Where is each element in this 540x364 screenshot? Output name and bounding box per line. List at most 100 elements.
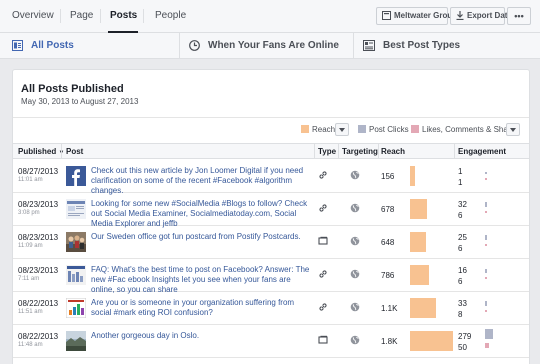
table-header: Published ▼ Post Type Targeting Reach En…: [13, 143, 529, 159]
chart-article-thumb[interactable]: [65, 297, 87, 319]
likes-bar: [485, 178, 487, 180]
table-row[interactable]: 08/22/2013 11:51 am Are you or is someone …: [13, 292, 529, 325]
post-text-link[interactable]: Looking for some new #SocialMedia #Blogs…: [91, 199, 311, 229]
post-clicks-bar: [485, 202, 487, 207]
subnav-separator: [353, 33, 354, 58]
facebook-logo-thumb[interactable]: [66, 166, 86, 186]
post-clicks-value: 32: [458, 200, 467, 209]
public-globe-icon: [350, 236, 360, 248]
published-time: 3:08 pm: [18, 210, 40, 216]
export-data-button[interactable]: Export Data: [450, 7, 512, 25]
post-clicks-bar: [485, 269, 487, 273]
card-title: All Posts Published: [21, 83, 124, 95]
post-clicks-value: 16: [458, 266, 467, 275]
header-engagement: Engagement: [458, 147, 507, 156]
published-date: 08/23/2013: [18, 266, 59, 275]
legend-post-clicks: Post Clicks: [358, 125, 409, 134]
published-date: 08/27/2013: [18, 167, 59, 176]
account-button[interactable]: Meltwater Group: [376, 7, 457, 25]
published-time: 11:09 am: [18, 243, 43, 249]
engagement-metric-dropdown[interactable]: [506, 123, 520, 136]
post-clicks-value: 25: [458, 233, 467, 242]
post-clicks-swatch: [358, 125, 366, 133]
reach-metric-dropdown[interactable]: [335, 123, 349, 136]
published-time: 11:51 am: [18, 309, 43, 315]
page-icon: [382, 11, 391, 20]
reach-value: 678: [381, 205, 395, 214]
clock-icon: [189, 40, 200, 51]
tab-overview[interactable]: Overview: [12, 10, 54, 21]
tab-people[interactable]: People: [155, 10, 186, 21]
reach-bar: [410, 331, 453, 351]
tab-posts[interactable]: Posts: [110, 10, 137, 21]
post-clicks-value: 279: [458, 332, 472, 341]
public-globe-icon: [350, 269, 360, 281]
post-text-link[interactable]: Are you or is someone in your organizati…: [91, 298, 311, 318]
photo-icon: [318, 335, 328, 347]
header-separator: [338, 144, 339, 158]
published-time: 11:01 am: [18, 177, 43, 183]
subnav-label: Best Post Types: [383, 40, 461, 51]
date-range: May 30, 2013 to August 27, 2013: [21, 97, 139, 106]
subnav-label: All Posts: [31, 40, 74, 51]
likes-comments-shares-value: 1: [458, 178, 463, 187]
subnav-best-post-types[interactable]: Best Post Types: [363, 33, 460, 58]
header-separator: [61, 144, 62, 158]
subnav-separator: [179, 33, 180, 58]
all-posts-card: All Posts Published May 30, 2013 to Augu…: [12, 69, 530, 364]
public-globe-icon: [350, 335, 360, 347]
post-text-link[interactable]: Our Sweden office got fun postcard from …: [91, 232, 311, 242]
header-published[interactable]: Published ▼: [18, 147, 64, 156]
published-time: 11:48 am: [18, 342, 43, 348]
tab-page[interactable]: Page: [70, 10, 93, 21]
infographic-thumb[interactable]: [66, 265, 86, 285]
blog-article-thumb[interactable]: [66, 199, 86, 219]
post-clicks-bar: [485, 329, 493, 339]
post-text-link[interactable]: FAQ: What's the best time to post on Fac…: [91, 265, 311, 295]
post-text-link[interactable]: Check out this new article by Jon Loomer…: [91, 166, 311, 196]
post-clicks-bar: [485, 235, 487, 240]
header-separator: [454, 144, 455, 158]
header-targeting: Targeting: [342, 147, 378, 156]
list-icon: [12, 40, 23, 51]
insights-subnav: All Posts When Your Fans Are Online Best…: [0, 33, 540, 59]
reach-bar: [410, 265, 429, 285]
table-row[interactable]: 08/23/2013 3:08 pm Looking for some new #S…: [13, 193, 529, 229]
reach-value: 1.1K: [381, 304, 398, 313]
subnav-when-fans-online[interactable]: When Your Fans Are Online: [189, 33, 339, 58]
landscape-photo-thumb[interactable]: [66, 331, 86, 351]
post-types-icon: [363, 40, 375, 51]
reach-value: 786: [381, 271, 395, 280]
table-row[interactable]: 08/27/2013 11:01 am Check out this new art…: [13, 160, 529, 196]
post-text-link[interactable]: Another gorgeous day in Oslo.: [91, 331, 311, 341]
reach-bar: [410, 166, 415, 186]
table-row[interactable]: 08/23/2013 7:11 am FAQ: What's the best ti…: [13, 259, 529, 295]
subnav-all-posts[interactable]: All Posts: [12, 33, 74, 58]
photo-icon: [318, 236, 328, 248]
subnav-label: When Your Fans Are Online: [208, 40, 339, 51]
group-photo-thumb[interactable]: [66, 232, 86, 252]
export-label: Export Data: [467, 11, 512, 20]
published-date: 08/22/2013: [18, 299, 59, 308]
table-row[interactable]: 08/22/2013 11:48 am Another gorgeous day i…: [13, 325, 529, 358]
reach-value: 156: [381, 172, 395, 181]
link-icon: [318, 302, 328, 314]
likes-bar: [485, 244, 487, 246]
public-globe-icon: [350, 203, 360, 215]
account-label: Meltwater Group: [394, 11, 458, 20]
likes-bar: [485, 343, 489, 348]
reach-swatch: [301, 125, 309, 133]
reach-bar: [410, 199, 427, 219]
link-icon: [318, 269, 328, 281]
more-options-button[interactable]: •••: [507, 7, 531, 25]
tab-separator: [100, 9, 101, 23]
likes-bar: [485, 211, 487, 213]
likes-comments-shares-value: 6: [458, 244, 463, 253]
header-post: Post: [66, 147, 84, 156]
reach-value: 648: [381, 238, 395, 247]
likes-comments-shares-value: 8: [458, 310, 463, 319]
header-reach: Reach: [381, 147, 406, 156]
table-row[interactable]: 08/23/2013 11:09 am Our Sweden office got …: [13, 226, 529, 259]
metric-controls: Reach Post Clicks Likes, Comments & Shar…: [13, 117, 529, 143]
post-clicks-bar: [485, 172, 487, 174]
